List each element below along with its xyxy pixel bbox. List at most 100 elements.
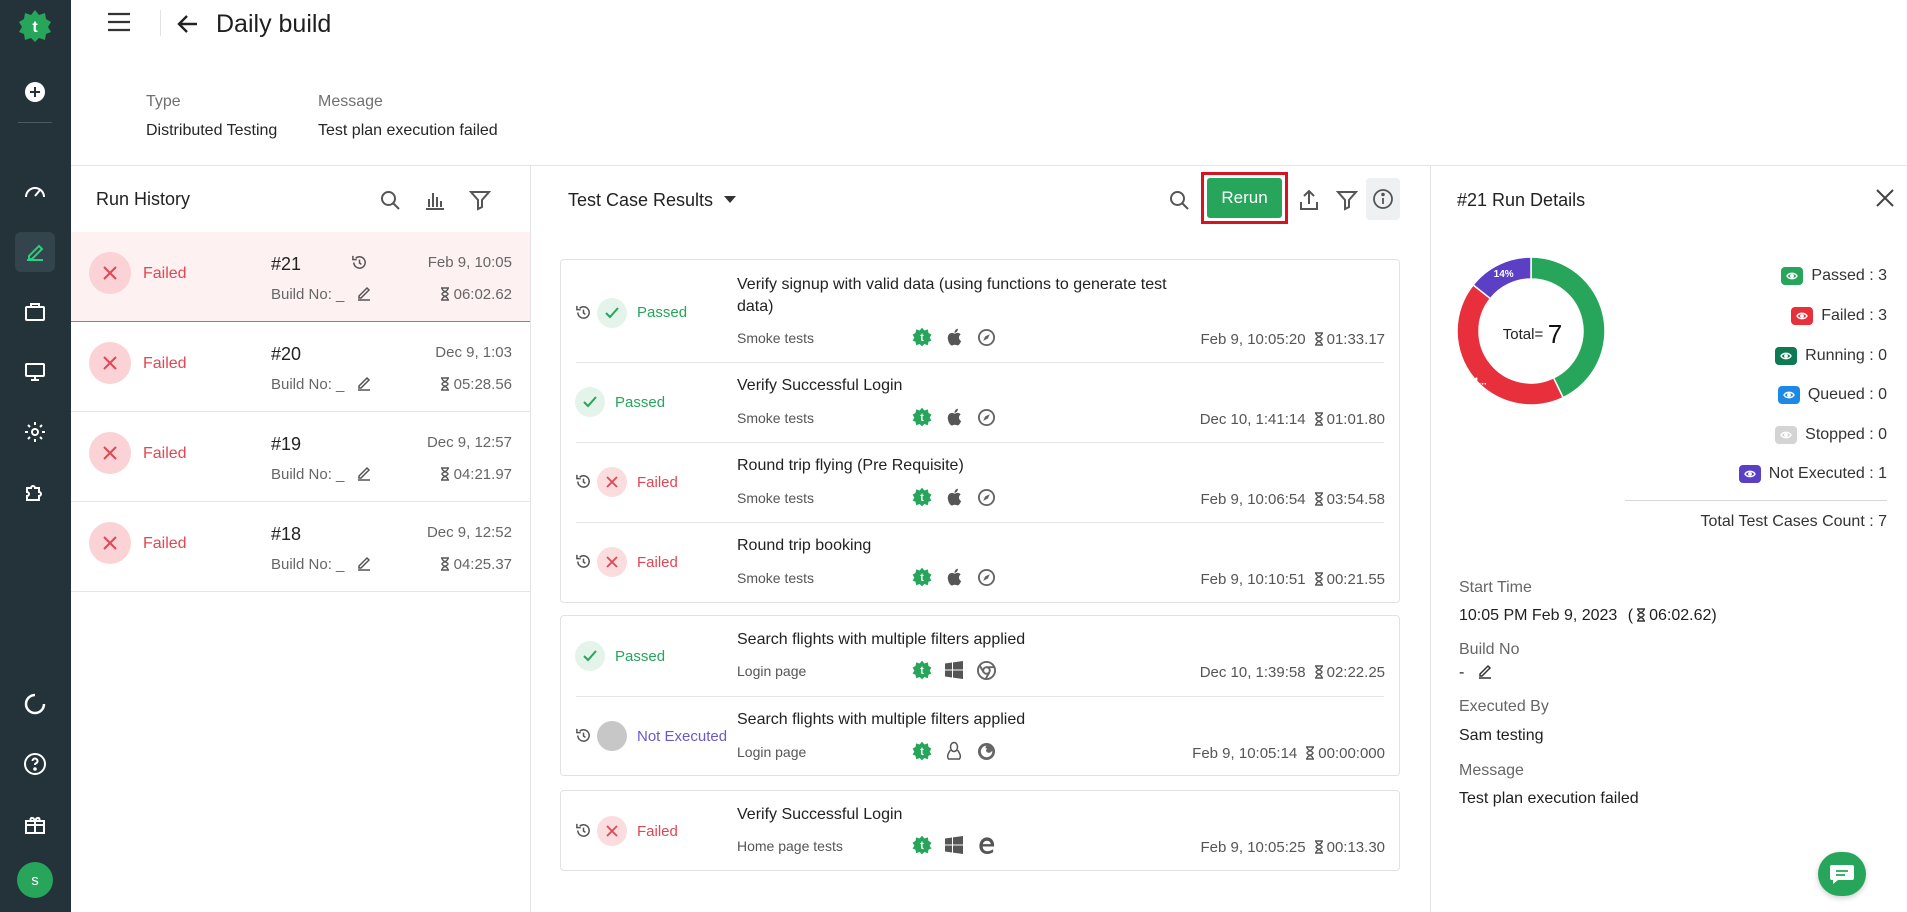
eye-icon[interactable] — [1781, 267, 1804, 285]
start-time-value: 10:05 PM Feb 9, 2023 — [1459, 607, 1618, 624]
left-nav-rail: t s — [0, 0, 71, 912]
environment-icons: t — [911, 326, 997, 348]
test-develop-icon[interactable] — [15, 232, 55, 272]
edit-icon[interactable] — [356, 465, 372, 481]
test-case-name[interactable]: Search flights with multiple filters app… — [737, 629, 1207, 651]
run-history-item[interactable]: Failed #18 Build No: _ Dec 9, 12:52 04:2… — [71, 502, 530, 592]
loading-icon[interactable] — [15, 684, 55, 724]
test-case-results-dropdown[interactable]: Test Case Results — [568, 190, 737, 211]
legend-running[interactable]: Running : 0 — [1775, 347, 1887, 365]
test-case-row[interactable]: Passed Verify signup with valid data (us… — [561, 260, 1399, 362]
history-icon[interactable] — [575, 304, 593, 322]
test-case-row[interactable]: Failed Round trip flying (Pre Requisite)… — [561, 442, 1399, 522]
chat-support-button[interactable] — [1818, 852, 1866, 896]
search-icon[interactable] — [377, 187, 403, 213]
build-no-value: - — [1459, 664, 1465, 681]
filter-icon[interactable] — [1334, 187, 1360, 213]
test-case-name[interactable]: Search flights with multiple filters app… — [737, 709, 1207, 731]
run-history-item[interactable]: Failed #21 Build No: _ Feb 9, 10:05 06:0… — [71, 232, 530, 322]
test-execution-time: Dec 10, 1:39:58 02:22.25 — [1200, 664, 1385, 681]
test-status: Passed — [637, 304, 688, 321]
app-logo-icon[interactable]: t — [15, 6, 55, 46]
gift-icon[interactable] — [15, 804, 55, 844]
history-icon[interactable] — [351, 254, 369, 272]
filter-icon[interactable] — [467, 187, 493, 213]
eye-icon[interactable] — [1738, 465, 1761, 483]
run-number: #20 — [271, 344, 302, 364]
test-case-row[interactable]: Not Executed Search flights with multipl… — [561, 696, 1399, 776]
edit-icon[interactable] — [1477, 663, 1493, 679]
help-icon[interactable] — [15, 744, 55, 784]
close-icon[interactable] — [1876, 189, 1898, 211]
svg-text:t: t — [920, 840, 924, 852]
run-message-label: Message — [1459, 762, 1524, 779]
passed-status-icon — [575, 641, 605, 671]
legend-passed[interactable]: Passed : 3 — [1781, 267, 1887, 285]
run-history-item[interactable]: Failed #20 Build No: _ Dec 9, 1:03 05:28… — [71, 322, 530, 412]
test-case-row[interactable]: Failed Verify Successful Login Home page… — [561, 791, 1399, 871]
legend-stopped[interactable]: Stopped : 0 — [1775, 426, 1887, 444]
failed-status-icon — [597, 816, 627, 846]
settings-icon[interactable] — [15, 412, 55, 452]
search-icon[interactable] — [1166, 187, 1192, 213]
executed-by-value: Sam testing — [1459, 727, 1544, 744]
test-case-name[interactable]: Verify signup with valid data (using fun… — [737, 274, 1207, 318]
run-history-list: Failed #21 Build No: _ Feb 9, 10:05 06:0… — [71, 232, 530, 592]
run-status-donut-chart: 14% 4... Total= 7 — [1456, 256, 1606, 406]
svg-text:t: t — [920, 665, 924, 677]
eye-icon[interactable] — [1775, 347, 1798, 365]
info-icon[interactable] — [1370, 186, 1396, 212]
briefcase-icon[interactable] — [15, 292, 55, 332]
history-icon[interactable] — [575, 822, 593, 840]
windows-icon — [943, 834, 965, 856]
firefox-icon — [975, 740, 997, 762]
test-duration: 00:00:000 — [1318, 745, 1385, 762]
run-history-item[interactable]: Failed #19 Build No: _ Dec 9, 12:57 04:2… — [71, 412, 530, 502]
hamburger-menu-icon[interactable] — [106, 10, 134, 36]
history-icon[interactable] — [575, 727, 593, 745]
test-status: Failed — [637, 554, 678, 571]
run-status: Failed — [143, 445, 187, 462]
test-case-name[interactable]: Round trip flying (Pre Requisite) — [737, 455, 1207, 477]
edit-icon[interactable] — [356, 555, 372, 571]
addons-icon[interactable] — [15, 472, 55, 512]
test-case-name[interactable]: Verify Successful Login — [737, 804, 1207, 826]
user-avatar[interactable]: s — [15, 860, 55, 900]
eye-icon[interactable] — [1777, 386, 1800, 404]
export-icon[interactable] — [1296, 187, 1322, 213]
hourglass-icon — [1314, 572, 1323, 586]
edit-icon[interactable] — [356, 285, 372, 301]
failed-status-icon — [89, 342, 131, 384]
history-icon[interactable] — [575, 553, 593, 571]
legend-label: Failed : 3 — [1821, 307, 1887, 324]
legend-failed[interactable]: Failed : 3 — [1791, 307, 1887, 325]
add-icon[interactable] — [15, 72, 55, 112]
eye-icon[interactable] — [1791, 307, 1814, 325]
edge-icon — [975, 834, 997, 856]
hourglass-icon — [440, 467, 449, 481]
safari-icon — [975, 566, 997, 588]
history-icon[interactable] — [575, 473, 593, 491]
test-status: Passed — [615, 648, 666, 665]
test-case-row[interactable]: Passed Verify Successful Login Smoke tes… — [561, 362, 1399, 442]
eye-icon[interactable] — [1775, 426, 1798, 444]
legend-label: Stopped : 0 — [1805, 426, 1887, 443]
run-number: #21 — [271, 254, 302, 274]
dashboard-icon[interactable] — [15, 172, 55, 212]
legend-not-executed[interactable]: Not Executed : 1 — [1738, 465, 1887, 483]
rerun-button[interactable]: Rerun — [1207, 178, 1282, 218]
test-duration: 02:22.25 — [1326, 664, 1385, 681]
test-case-row[interactable]: Passed Search flights with multiple filt… — [561, 616, 1399, 696]
test-status: Passed — [615, 394, 666, 411]
test-case-name[interactable]: Round trip booking — [737, 535, 1207, 557]
legend-queued[interactable]: Queued : 0 — [1777, 386, 1887, 404]
test-case-name[interactable]: Verify Successful Login — [737, 375, 1207, 397]
chart-icon[interactable] — [422, 187, 448, 213]
test-lab-icon[interactable] — [15, 352, 55, 392]
hourglass-icon — [1637, 608, 1646, 622]
back-arrow-icon[interactable] — [176, 12, 200, 36]
test-duration: 01:33.17 — [1326, 331, 1385, 348]
test-case-row[interactable]: Failed Round trip booking Smoke tests t … — [561, 522, 1399, 602]
edit-icon[interactable] — [356, 375, 372, 391]
run-date: Feb 9, 10:05 — [427, 254, 512, 271]
